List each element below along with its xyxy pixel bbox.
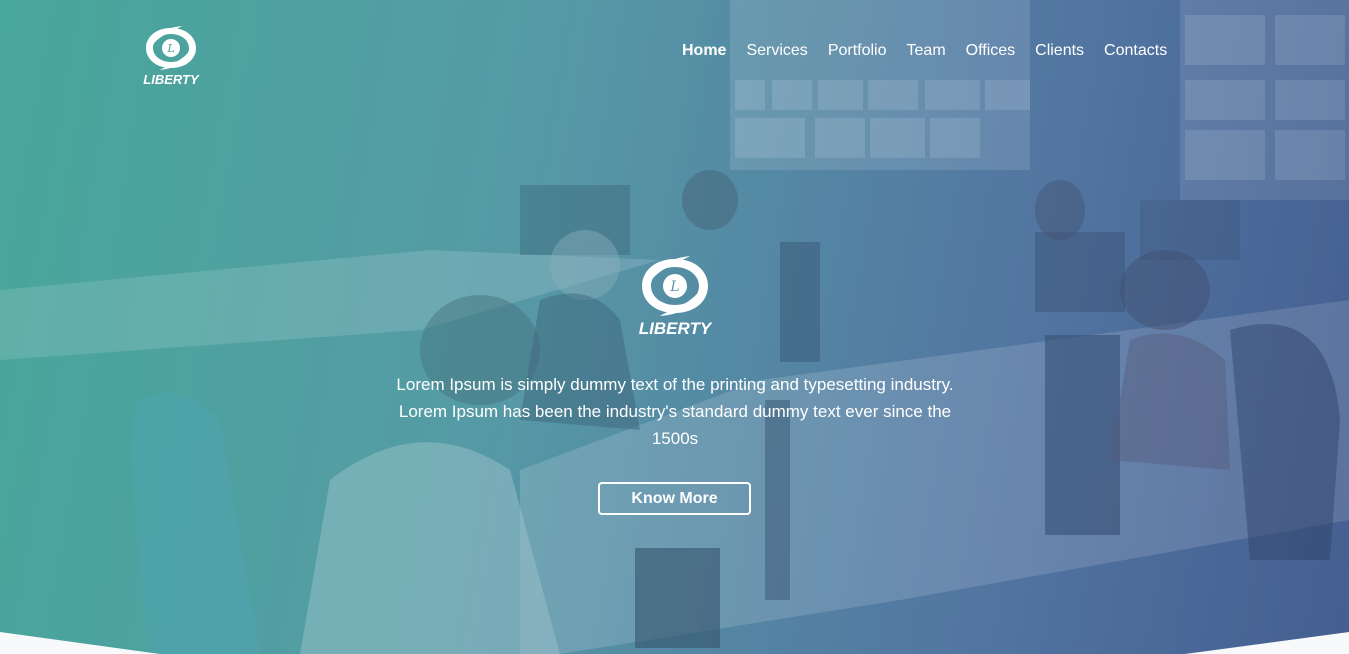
hero-tagline: Lorem Ipsum is simply dummy text of the …	[355, 371, 995, 452]
logo-letter: L	[166, 42, 174, 55]
tagline-line-2: Lorem Ipsum has been the industry's stan…	[398, 402, 952, 421]
main-nav: Home Services Portfolio Team Offices Cli…	[682, 40, 1187, 62]
hero-logo-text: LIBERTY	[639, 319, 713, 338]
nav-item-home[interactable]: Home	[682, 40, 726, 62]
hero-section: L LIBERTY Home Services Portfolio Team O…	[0, 0, 1349, 654]
hero-logo-letter: L	[669, 279, 679, 295]
know-more-button[interactable]: Know More	[598, 482, 751, 515]
header-logo-text: LIBERTY	[143, 72, 200, 87]
nav-item-services[interactable]: Services	[746, 40, 807, 62]
tagline-line-1: Lorem Ipsum is simply dummy text of the …	[396, 375, 954, 394]
nav-item-offices[interactable]: Offices	[966, 40, 1016, 62]
nav-item-team[interactable]: Team	[907, 40, 946, 62]
tagline-line-3: 1500s	[651, 429, 699, 448]
nav-item-clients[interactable]: Clients	[1035, 40, 1084, 62]
nav-item-contacts[interactable]: Contacts	[1104, 40, 1167, 62]
hero-logo: L LIBERTY	[636, 254, 714, 338]
nav-item-portfolio[interactable]: Portfolio	[828, 40, 887, 62]
bottom-curve-divider	[0, 632, 1349, 654]
header-logo[interactable]: L LIBERTY	[142, 24, 200, 88]
